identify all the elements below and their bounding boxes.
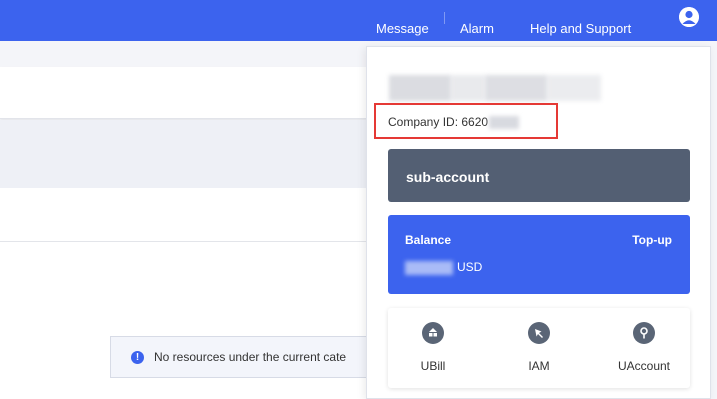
nav-message[interactable]: Message xyxy=(376,10,429,46)
account-dropdown-panel: Company ID: 6620 sub-account Balance Top… xyxy=(366,46,711,399)
account-name-redacted xyxy=(389,75,601,101)
balance-currency: USD xyxy=(457,260,483,274)
empty-notice-text: No resources under the current cate xyxy=(154,350,347,364)
empty-notice: ! No resources under the current cate xyxy=(110,336,380,378)
tool-iam-label: IAM xyxy=(528,359,550,373)
content-strip xyxy=(0,120,380,188)
content-card xyxy=(0,67,380,119)
user-avatar-icon[interactable] xyxy=(679,7,699,27)
nav-divider xyxy=(444,12,445,24)
tool-ubill[interactable]: UBill xyxy=(393,322,473,382)
tool-uaccount-label: UAccount xyxy=(617,359,671,373)
sub-account-card[interactable]: sub-account xyxy=(388,149,690,202)
cursor-icon xyxy=(528,322,550,344)
balance-value: USD xyxy=(405,260,482,275)
tool-uaccount[interactable]: UAccount xyxy=(604,322,684,382)
nav-help-and-support[interactable]: Help and Support xyxy=(530,10,631,46)
sub-account-label: sub-account xyxy=(406,169,490,185)
highlight-box xyxy=(374,103,558,139)
nav-alarm[interactable]: Alarm xyxy=(460,10,494,46)
quick-tools: UBill IAM UAccount xyxy=(388,308,690,388)
topup-link[interactable]: Top-up xyxy=(632,233,672,247)
key-icon xyxy=(633,322,655,344)
top-bar: Message Alarm Help and Support xyxy=(0,0,717,41)
balance-amount-redacted xyxy=(405,260,453,275)
bill-icon xyxy=(422,322,444,344)
balance-label: Balance xyxy=(405,233,452,247)
tool-iam[interactable]: IAM xyxy=(499,322,579,382)
content-divider xyxy=(0,241,380,242)
balance-card: Balance Top-up USD xyxy=(388,215,690,294)
info-icon: ! xyxy=(131,350,144,364)
tool-ubill-label: UBill xyxy=(420,359,446,373)
